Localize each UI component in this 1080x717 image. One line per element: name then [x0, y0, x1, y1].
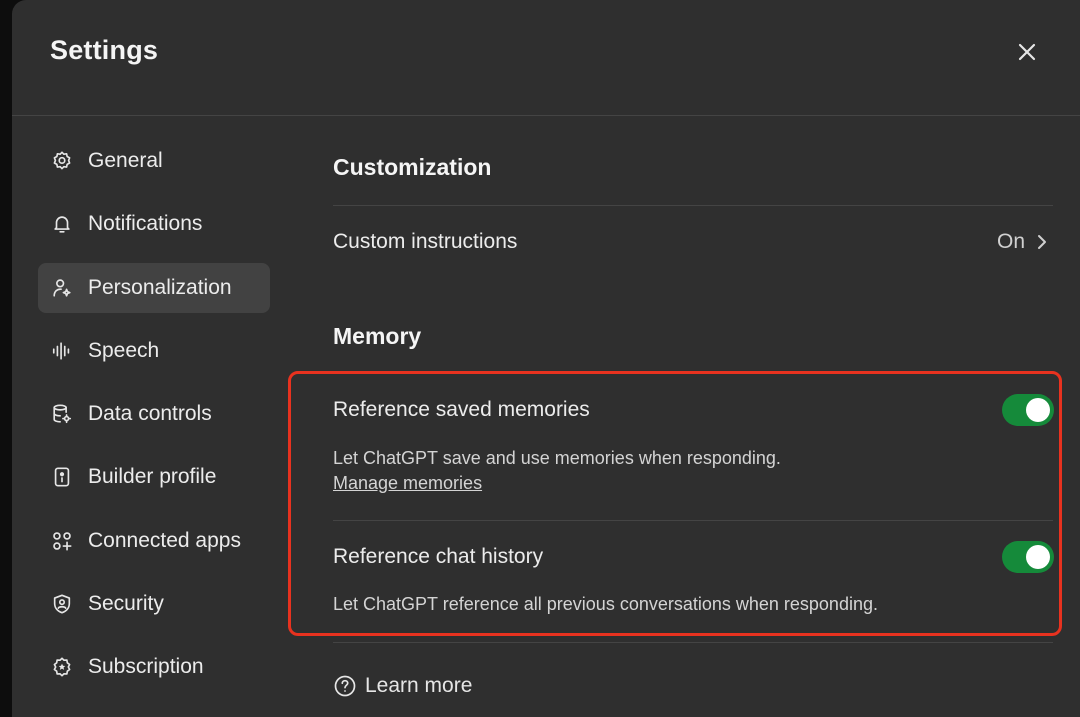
shield-icon: [50, 592, 74, 616]
customization-title: Customization: [333, 154, 492, 180]
chat-history-toggle[interactable]: [1002, 541, 1054, 573]
sidebar-item-label: Builder profile: [88, 465, 217, 489]
sidebar-item-notifications[interactable]: Notifications: [38, 199, 270, 249]
sidebar-item-data-controls[interactable]: Data controls: [38, 389, 270, 439]
sidebar-item-subscription[interactable]: Subscription: [38, 642, 270, 692]
sidebar-item-label: General: [88, 149, 163, 172]
sidebar-item-general[interactable]: General: [38, 136, 270, 186]
chat-history-label: Reference chat history: [333, 545, 544, 568]
sidebar-item-label: Connected apps: [88, 528, 241, 552]
divider: [333, 642, 1053, 643]
sidebar-item-security[interactable]: Security: [38, 579, 270, 629]
waveform-icon: [50, 339, 74, 363]
saved-memories-toggle[interactable]: [1002, 394, 1054, 426]
apps-grid-icon: [50, 529, 74, 553]
bell-icon: [50, 212, 74, 236]
custom-instructions-value: On: [996, 230, 1025, 253]
question-circle-icon: [334, 675, 356, 697]
saved-memories-description: Let ChatGPT save and use memories when r…: [333, 448, 781, 468]
toggle-knob: [1026, 545, 1050, 569]
person-sparkle-icon: [50, 276, 74, 300]
sidebar-item-connected-apps[interactable]: Connected apps: [38, 516, 270, 566]
gear-icon: [50, 149, 74, 173]
sidebar-item-label: Security: [88, 592, 164, 616]
toggle-knob: [1026, 398, 1050, 422]
learn-more-label: Learn more: [365, 674, 473, 697]
badge-star-icon: [50, 655, 74, 679]
sidebar-item-label: Personalization: [88, 275, 232, 299]
sidebar-item-label: Notifications: [88, 212, 203, 236]
sidebar-item-builder-profile[interactable]: Builder profile: [38, 452, 270, 502]
manage-memories-link[interactable]: Manage memories: [333, 473, 482, 494]
settings-sidebar: General Notifications Personalization Sp…: [38, 136, 270, 706]
custom-instructions-label: Custom instructions: [333, 230, 518, 253]
sidebar-item-label: Speech: [88, 338, 160, 362]
close-icon: [1018, 43, 1036, 61]
divider: [333, 205, 1053, 206]
memory-title: Memory: [333, 323, 422, 349]
sidebar-item-speech[interactable]: Speech: [38, 326, 270, 376]
database-gear-icon: [50, 402, 74, 426]
divider: [333, 520, 1053, 521]
custom-instructions-row[interactable]: Custom instructions On: [333, 220, 1053, 266]
close-button[interactable]: [1011, 36, 1043, 68]
modal-title: Settings: [50, 35, 159, 65]
settings-modal: Settings General Notifications Personali…: [12, 0, 1080, 717]
learn-more-link[interactable]: Learn more: [333, 671, 472, 701]
sidebar-item-label: Subscription: [88, 655, 204, 679]
id-badge-icon: [50, 465, 74, 489]
sidebar-item-label: Data controls: [88, 402, 212, 426]
modal-header: Settings: [12, 0, 1080, 116]
chevron-right-icon: [1038, 235, 1046, 249]
saved-memories-label: Reference saved memories: [333, 398, 590, 421]
chat-history-description: Let ChatGPT reference all previous conve…: [333, 594, 878, 614]
sidebar-item-personalization[interactable]: Personalization: [38, 262, 270, 313]
